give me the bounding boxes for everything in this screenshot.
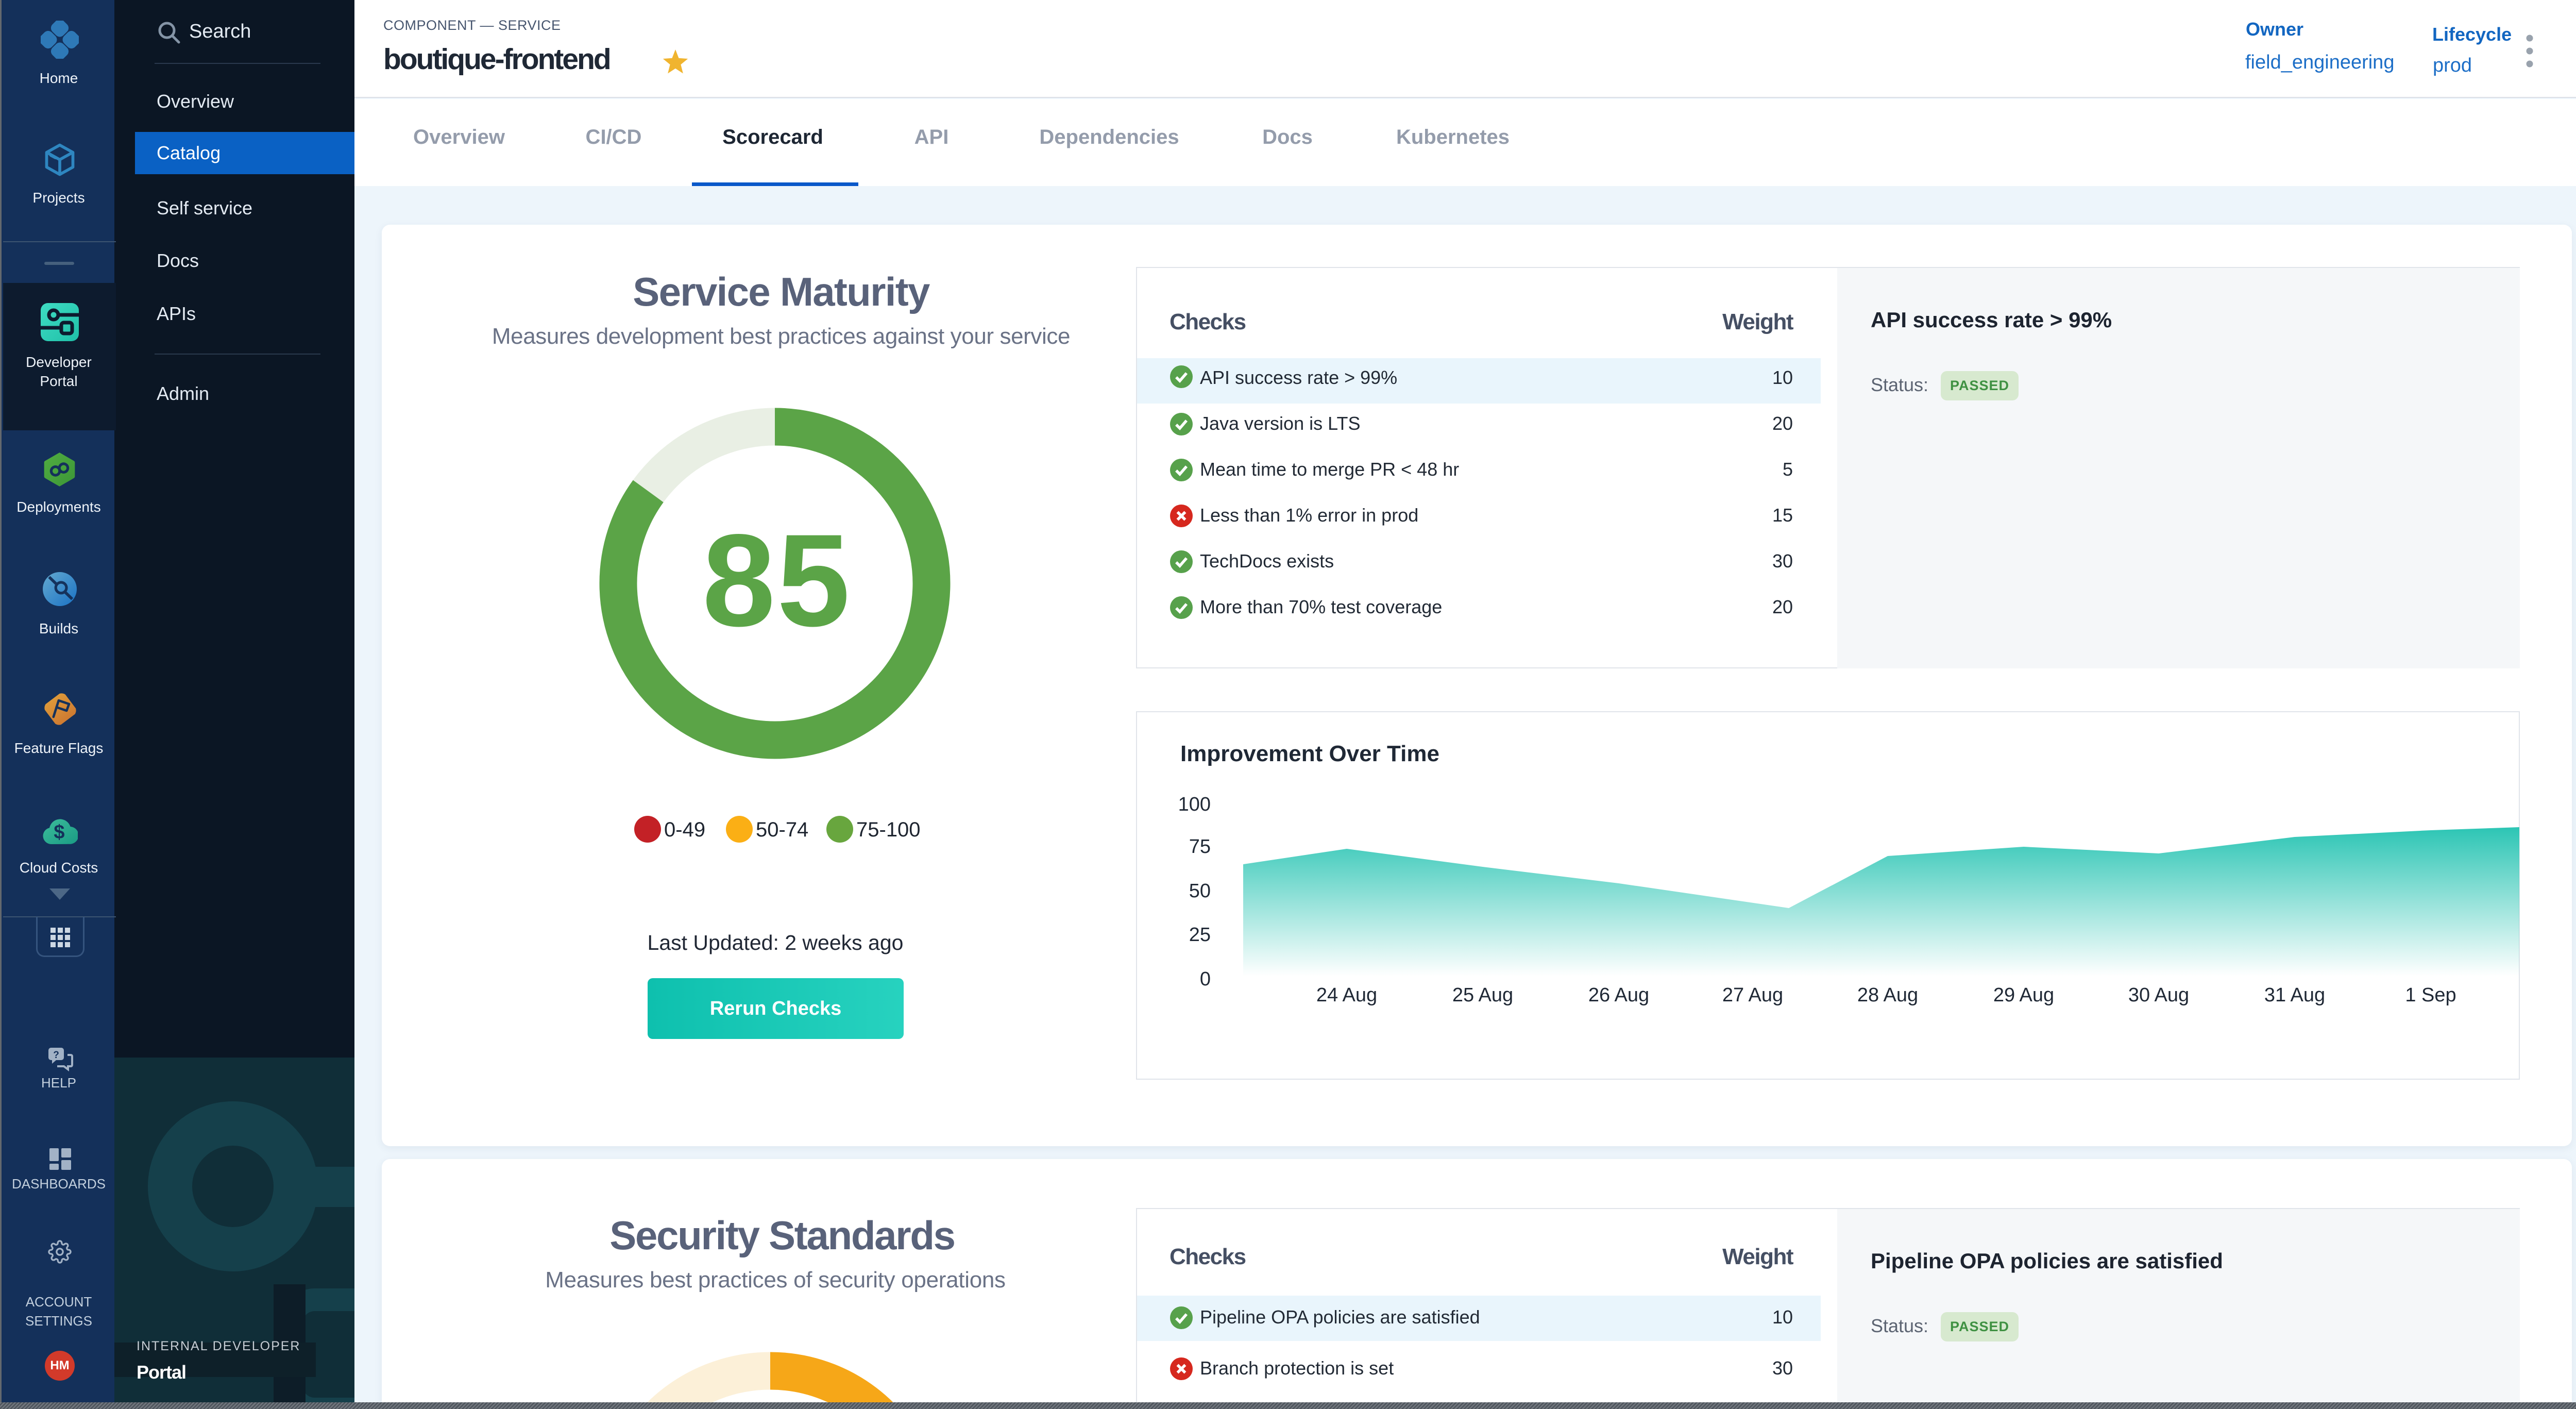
svg-text:$: $ (54, 821, 64, 843)
svg-text:?: ? (53, 1050, 59, 1061)
svg-text:85: 85 (702, 507, 852, 654)
